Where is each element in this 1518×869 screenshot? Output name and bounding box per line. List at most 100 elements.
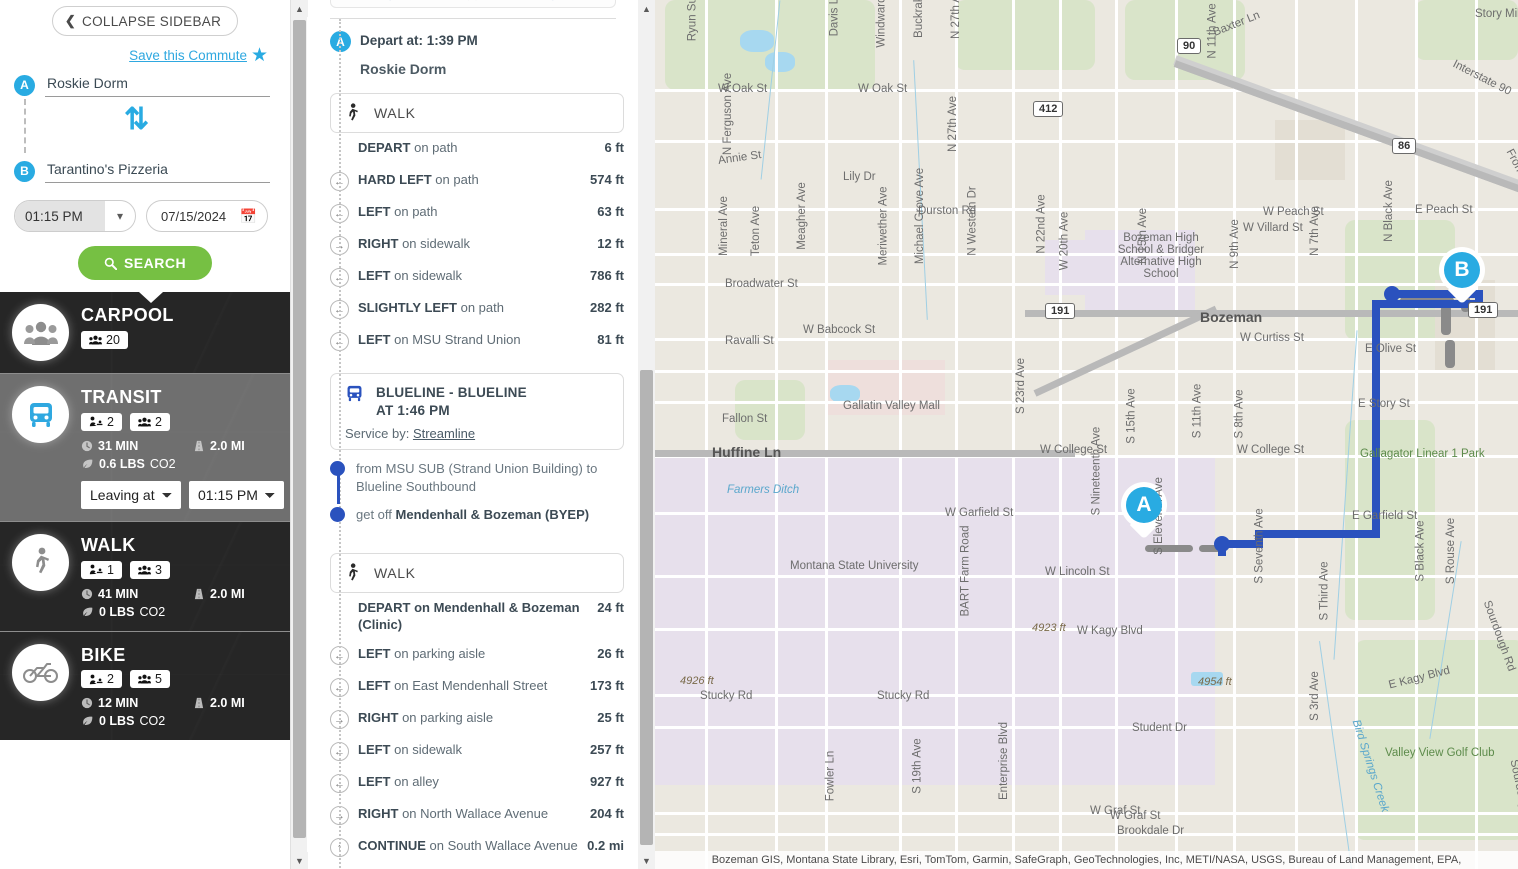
sidebar-scrollbar-thumb[interactable] (293, 20, 306, 838)
walk-people-chip: 3 (129, 560, 170, 579)
map-label: S 23rd Ave (1015, 357, 1028, 415)
date-value: 07/15/2024 (161, 208, 227, 224)
map-label: Meagher Ave (795, 182, 808, 250)
transit-duration: 31 MIN (81, 439, 193, 453)
map-green-area (955, 0, 1095, 70)
date-picker[interactable]: 07/15/2024 📅 (146, 200, 268, 232)
trip-summary-icons-card[interactable]: 🚶 🚌 🚶 (330, 0, 616, 8)
scroll-down-icon[interactable]: ▼ (638, 852, 655, 869)
time-picker[interactable]: 01:15 PM ▾ (14, 200, 136, 232)
map-label: S 15th Ave (1125, 388, 1138, 444)
clock-icon (81, 698, 93, 709)
clock-icon (81, 588, 93, 599)
map-label: W Graf St (1110, 810, 1161, 822)
sidebar-scrollbar[interactable]: ▲ ▼ (290, 0, 308, 869)
turn-left-icon: ← (330, 332, 349, 351)
map-label: S Black Ave (1414, 520, 1427, 582)
map-road (1295, 0, 1298, 869)
bike-chips: 2 5 (81, 670, 280, 689)
scroll-up-icon[interactable]: ▲ (638, 0, 655, 17)
search-button[interactable]: SEARCH (77, 246, 213, 280)
map-label: E Garfield St (1352, 510, 1418, 522)
star-icon[interactable]: ★ (251, 46, 268, 65)
map-label: Broadwater St (725, 278, 798, 290)
depart-row: A Depart at: 1:39 PM (308, 19, 638, 52)
people-icon (89, 335, 102, 345)
destination-input[interactable] (45, 159, 270, 183)
map-label: Lily Dr (843, 171, 876, 183)
depart-badge: A (330, 31, 351, 52)
step-text: CONTINUE on South Wallace Avenue (358, 838, 578, 854)
step-distance: 63 ft (597, 204, 624, 219)
walk-segment-label-1: WALK (374, 105, 416, 121)
walk-summary-icon: 🚶 (385, 0, 397, 1)
map-label: W Lincoln St (1045, 566, 1110, 578)
directions-scrollbar-thumb[interactable] (640, 370, 653, 845)
map-label: Stucky Rd (700, 690, 753, 702)
map-road (655, 338, 1518, 341)
transit-leaderboard-chip: 2 (81, 412, 122, 431)
leaving-time-select[interactable]: 01:15 PM (189, 480, 284, 509)
route-shield-412: 412 (1033, 101, 1064, 117)
step-distance: 927 ft (590, 774, 624, 790)
service-operator-link[interactable]: Streamline (413, 426, 475, 441)
swap-endpoints-icon[interactable]: ⇅ (124, 105, 149, 135)
walk-time-distance: 41 MIN 2.0 MI (81, 587, 280, 601)
leaf-icon (83, 459, 93, 468)
map-label: Davis Ln (828, 0, 841, 37)
walk-steps-2: DEPART on Mendenhall & Bozeman (Clinic) … (308, 593, 638, 869)
transit-stats: 31 MIN 2.0 MI 0.6 LBS CO2 (81, 439, 284, 471)
map-label: Fallon St (722, 413, 768, 425)
step-text: RIGHT on sidewalk (358, 236, 471, 251)
walk-co2-value: 0 LBS (99, 604, 135, 619)
mode-card-walk[interactable]: WALK 1 3 41 MIN 2.0 MI 0 LBS CO2 (0, 520, 290, 631)
map-label: W Curtiss St (1240, 332, 1304, 344)
step-text: LEFT on sidewalk (358, 268, 463, 283)
bike-co2-value: 0 LBS (99, 714, 135, 729)
continue-straight-icon: ↑ (330, 838, 349, 858)
walk-leaderboard-chip: 1 (81, 560, 122, 579)
bike-icon (12, 643, 69, 701)
leaving-at-select[interactable]: Leaving at (81, 480, 181, 509)
map-label: Ravalli St (725, 335, 774, 347)
map-route-segment (1255, 530, 1380, 538)
walk-segment-header-2[interactable]: WALK (330, 553, 624, 594)
map-road (705, 0, 708, 869)
map-road (1059, 0, 1062, 869)
map-canvas[interactable]: 191 191 412 86 90 A B Ryun Sun Davis Ln Wi… (655, 0, 1518, 869)
bike-stats: 12 MIN 2.0 MI 0 LBS CO2 (81, 696, 280, 728)
directions-scrollbar[interactable]: ▲ ▼ (638, 0, 655, 869)
alight-leg-text: get off Mendenhall & Bozeman (BYEP) (356, 506, 590, 522)
mode-card-carpool[interactable]: CARPOOL 20 (0, 292, 290, 373)
step-text: LEFT on MSU Strand Union (358, 332, 521, 347)
carpool-icon (12, 304, 69, 361)
bus-route-name: BLUELINE - BLUELINE (376, 385, 527, 400)
origin-input[interactable] (45, 73, 270, 97)
map-route-segment (1372, 300, 1380, 538)
direction-step: → RIGHT on North Wallace Avenue 204 ft (330, 799, 624, 831)
scroll-down-icon[interactable]: ▼ (291, 852, 308, 869)
mode-card-bike[interactable]: BIKE 2 5 12 MIN 2.0 MI 0 LBS CO2 (0, 630, 290, 741)
map-marker-destination[interactable]: B (1439, 247, 1485, 305)
step-distance: 204 ft (590, 806, 624, 822)
depart-time-label: Depart at: 1:39 PM (360, 33, 478, 48)
save-commute-link[interactable]: Save this Commute (129, 48, 247, 63)
map-label: S 3rd Ave (1308, 671, 1321, 721)
bus-head: BLUELINE - BLUELINE AT 1:46 PM (345, 384, 527, 420)
step-text: LEFT on alley (358, 774, 439, 790)
map-label: N Black Ave (1382, 180, 1395, 242)
scroll-up-icon[interactable]: ▲ (291, 0, 308, 17)
mode-card-transit[interactable]: TRANSIT 2 2 31 MIN 2.0 MI 0.6 LBS CO2 Le… (0, 373, 290, 521)
bus-segment-header[interactable]: BLUELINE - BLUELINE AT 1:46 PM Service b… (330, 373, 624, 451)
transit-co2: 0.6 LBS CO2 (81, 457, 176, 471)
calendar-icon: 📅 (239, 207, 257, 224)
map-label: W Villard St (1243, 222, 1303, 234)
direction-step: ← LEFT on service road 0.3 mi (330, 863, 624, 869)
direction-step: → RIGHT on sidewalk 12 ft (330, 229, 624, 261)
walk-segment-header-1[interactable]: WALK (330, 93, 624, 133)
collapse-sidebar-button[interactable]: ❮ COLLAPSE SIDEBAR (51, 6, 239, 36)
step-distance: 257 ft (590, 742, 624, 758)
map-label: W Oak St (858, 83, 908, 95)
transit-alight-leg: get off Mendenhall & Bozeman (BYEP) (330, 506, 624, 534)
no-turn-icon (330, 140, 349, 159)
